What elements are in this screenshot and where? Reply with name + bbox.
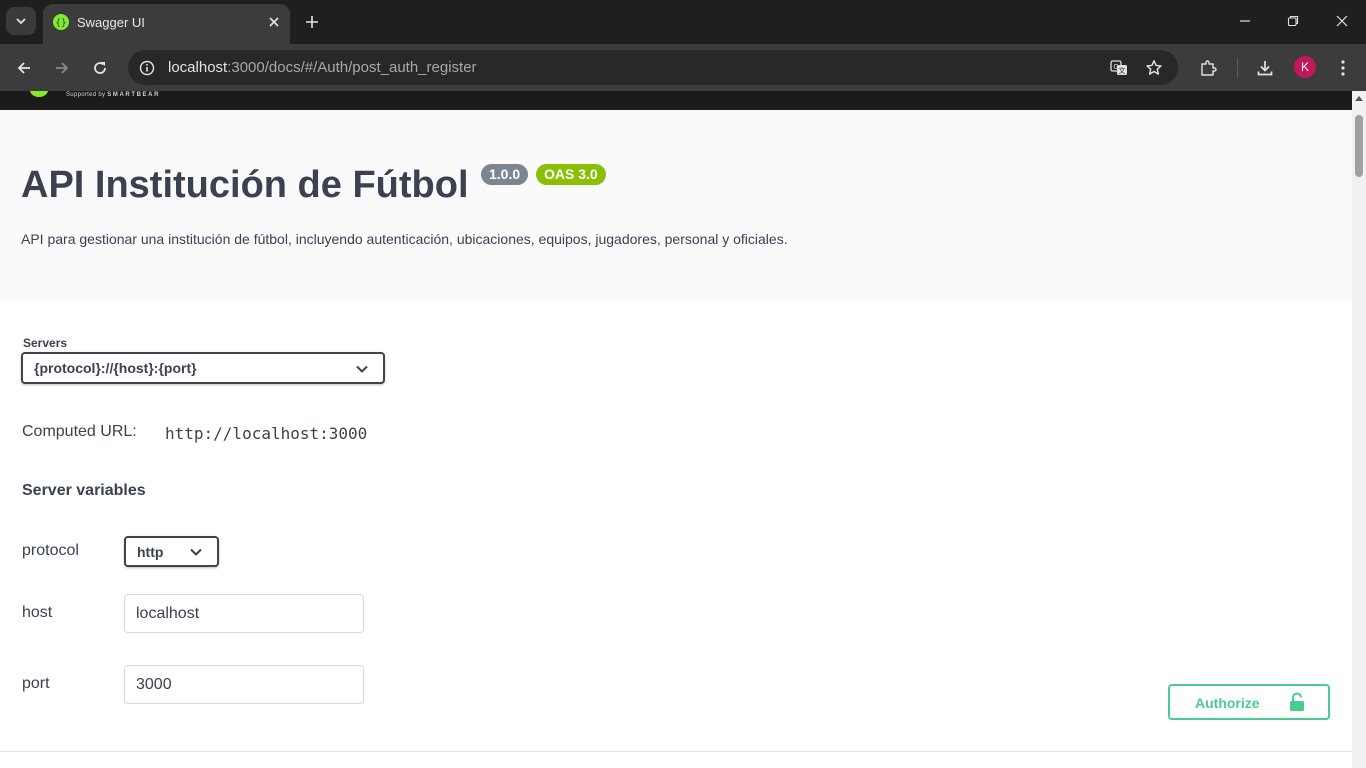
authorize-button[interactable]: Authorize xyxy=(1168,684,1330,720)
profile-avatar[interactable]: K xyxy=(1294,56,1316,78)
new-tab-button[interactable] xyxy=(300,10,324,34)
swagger-page: Supported by SMARTBEAR API Institución d… xyxy=(0,91,1352,768)
extensions-icon xyxy=(1201,60,1217,76)
star-icon xyxy=(1146,60,1162,75)
host-label: host xyxy=(22,604,53,621)
scroll-thumb[interactable] xyxy=(1355,115,1363,177)
protocol-label: protocol xyxy=(22,542,79,559)
url-path: :3000/docs/#/Auth/post_auth_register xyxy=(227,59,477,76)
active-tab[interactable]: {} Swagger UI xyxy=(43,4,290,44)
site-info-button[interactable] xyxy=(136,57,158,79)
version-badge: 1.0.0 xyxy=(481,164,529,185)
protocol-selected-value: http xyxy=(137,544,164,560)
back-icon xyxy=(17,62,30,74)
oas-badge: OAS 3.0 xyxy=(536,164,606,185)
restore-button[interactable] xyxy=(1278,8,1308,34)
toolbar-separator xyxy=(1237,58,1238,78)
minimize-button[interactable] xyxy=(1230,8,1260,34)
close-window-icon xyxy=(1336,15,1348,27)
translate-button[interactable]: G文 xyxy=(1108,57,1130,79)
forward-icon xyxy=(56,62,69,74)
menu-button[interactable] xyxy=(1329,54,1357,82)
servers-selected-value: {protocol}://{host}:{port} xyxy=(34,360,197,376)
protocol-select[interactable]: http xyxy=(124,536,219,567)
site-info-icon xyxy=(139,60,155,76)
tab-close-button[interactable] xyxy=(264,12,284,32)
host-input[interactable] xyxy=(124,594,364,633)
servers-label: Servers xyxy=(23,336,68,350)
translate-icon: G文 xyxy=(1110,60,1127,75)
port-input[interactable] xyxy=(124,665,364,704)
browser-tab-bar: {} Swagger UI xyxy=(0,0,1366,44)
chevron-down-icon xyxy=(356,365,368,373)
svg-text:{}: {} xyxy=(55,19,66,29)
section-divider xyxy=(0,751,1352,752)
address-bar[interactable]: localhost:3000/docs/#/Auth/post_auth_reg… xyxy=(128,50,1178,85)
close-icon xyxy=(269,17,279,27)
svg-text:文: 文 xyxy=(1119,66,1126,75)
download-icon xyxy=(1257,61,1273,76)
lock-open-icon xyxy=(1290,692,1304,711)
browser-toolbar: localhost:3000/docs/#/Auth/post_auth_reg… xyxy=(0,44,1366,91)
tab-list-button[interactable] xyxy=(6,7,36,35)
smartbear-tagline: Supported by SMARTBEAR xyxy=(66,92,160,98)
servers-select[interactable]: {protocol}://{host}:{port} xyxy=(21,352,385,384)
page-title: API Institución de Fútbol xyxy=(21,164,469,206)
scroll-up-arrow-icon[interactable] xyxy=(1355,96,1363,101)
chevron-down-icon xyxy=(190,548,202,556)
tab-title: Swagger UI xyxy=(77,15,145,30)
info-section: API Institución de Fútbol 1.0.0 OAS 3.0 … xyxy=(0,110,1352,300)
port-label: port xyxy=(22,675,50,692)
authorize-label: Authorize xyxy=(1195,695,1260,711)
api-description: API para gestionar una institución de fú… xyxy=(21,231,788,247)
back-button[interactable] xyxy=(10,54,38,82)
favicon-icon: {} xyxy=(53,14,69,30)
computed-url-value: http://localhost:3000 xyxy=(165,424,368,443)
tab-list-icon xyxy=(16,18,26,25)
url-host: localhost xyxy=(168,59,228,76)
server-variables-heading: Server variables xyxy=(22,482,146,499)
supported-by-text: Supported by xyxy=(66,92,106,98)
bookmark-button[interactable] xyxy=(1143,57,1165,79)
restore-icon xyxy=(1287,15,1299,27)
computed-url-label: Computed URL: xyxy=(22,423,137,440)
extensions-button[interactable] xyxy=(1194,54,1222,82)
downloads-button[interactable] xyxy=(1251,54,1279,82)
forward-button[interactable] xyxy=(48,54,76,82)
smartbear-brand: SMARTBEAR xyxy=(107,92,160,98)
plus-icon xyxy=(306,16,318,28)
close-window-button[interactable] xyxy=(1327,8,1357,34)
reload-icon xyxy=(94,62,106,74)
swagger-topbar: Supported by SMARTBEAR xyxy=(0,91,1352,110)
url-text: localhost:3000/docs/#/Auth/post_auth_reg… xyxy=(168,59,477,76)
reload-button[interactable] xyxy=(86,54,114,82)
page-scrollbar[interactable] xyxy=(1352,91,1366,768)
more-icon xyxy=(1341,60,1345,76)
swagger-logo[interactable] xyxy=(30,91,48,97)
minimize-icon xyxy=(1240,20,1250,22)
